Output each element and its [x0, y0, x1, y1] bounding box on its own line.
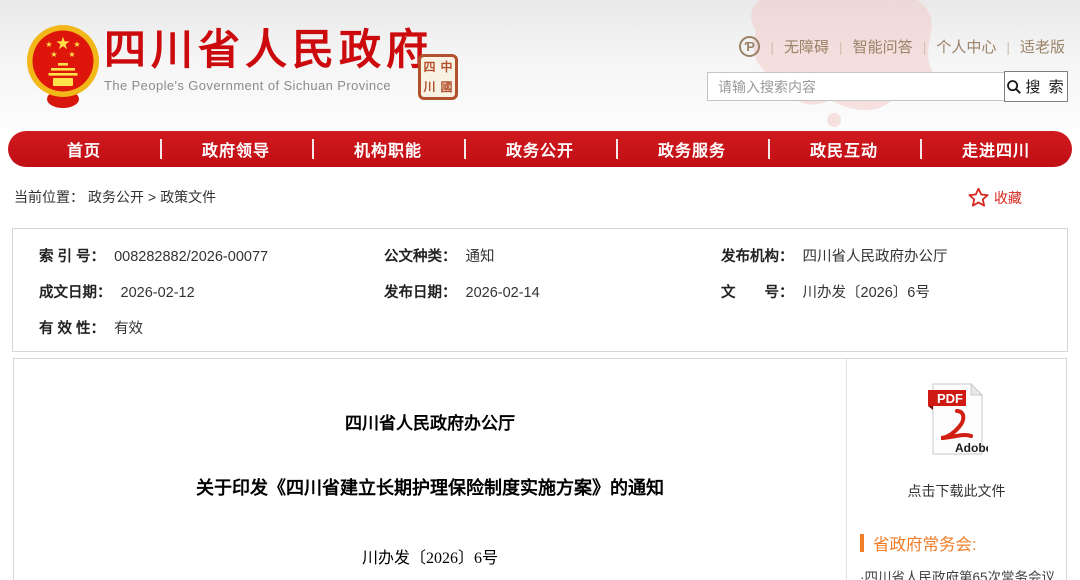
- national-emblem-logo: ★ ★ ★ ★ ★: [27, 25, 99, 108]
- breadcrumb-separator: >: [148, 189, 157, 205]
- meta-value: 通知: [465, 248, 495, 265]
- breadcrumb: 当前位置： 政务公开 > 政策文件: [14, 187, 216, 207]
- svg-text:★: ★: [50, 50, 57, 59]
- breadcrumb-row: 当前位置： 政务公开 > 政策文件 收藏: [0, 167, 1080, 228]
- link-separator: |: [922, 38, 927, 55]
- svg-text:★: ★: [68, 50, 75, 59]
- link-accessibility[interactable]: 无障碍: [784, 36, 829, 57]
- document-content-area: 四川省人民政府办公厅 关于印发《四川省建立长期护理保险制度实施方案》的通知 川办…: [13, 358, 1067, 580]
- meta-value: 2026-02-14: [465, 284, 540, 301]
- search-icon: [1007, 79, 1022, 94]
- search-bar: 搜 索: [707, 71, 1068, 102]
- document-body: 四川省人民政府办公厅 关于印发《四川省建立长期护理保险制度实施方案》的通知 川办…: [14, 359, 846, 580]
- accessibility-icon[interactable]: Ƥ: [739, 36, 761, 57]
- meta-label: 有 效 性：: [39, 320, 106, 337]
- meta-doc-type: 公文种类： 通知: [384, 245, 721, 266]
- sichuan-seal-stamp: 四 中 川 國: [418, 54, 458, 100]
- search-input[interactable]: [707, 72, 1005, 101]
- favorite-button[interactable]: 收藏: [968, 187, 1022, 208]
- meta-issuing-agency: 发布机构： 四川省人民政府办公厅: [721, 245, 1041, 266]
- meta-label: 发布日期：: [384, 284, 457, 301]
- document-meta-table: 索 引 号： 008282882/2026-00077 公文种类： 通知 发布机构：…: [12, 228, 1068, 352]
- search-button-label: 搜 索: [1025, 79, 1066, 96]
- meta-label: 成文日期：: [39, 284, 112, 301]
- favorite-star-icon: [968, 187, 989, 207]
- site-title: 四川省人民政府: [104, 26, 434, 73]
- site-header: ★ ★ ★ ★ ★ 四川省人民政府 The People's Governmen…: [0, 0, 1080, 128]
- nav-item-interaction[interactable]: 政民互动: [768, 131, 920, 167]
- meta-label: 公文种类：: [384, 248, 457, 265]
- link-separator: |: [839, 38, 843, 55]
- link-separator: |: [770, 38, 775, 55]
- seal-char: 國: [440, 80, 453, 94]
- site-subtitle: The People's Government of Sichuan Provi…: [104, 78, 392, 94]
- document-number: 川办发〔2026〕6号: [361, 550, 498, 567]
- link-separator: |: [1006, 38, 1010, 55]
- meta-value: 四川省人民政府办公厅: [802, 248, 948, 265]
- meta-publish-date: 发布日期： 2026-02-14: [384, 281, 721, 302]
- seal-char: 四: [423, 60, 436, 74]
- executive-meeting-section: 省政府常务会: ·四川省人民政府第65次常务会议: [847, 531, 1066, 580]
- nav-item-into-sichuan[interactable]: 走进四川: [920, 131, 1072, 167]
- main-nav: 首页 政府领导 机构职能 政务公开 政务服务 政民互动 走进四川: [8, 131, 1072, 167]
- section-marker: [860, 534, 864, 552]
- utility-links: Ƥ | 无障碍 | 智能问答 | 个人中心 | 适老版: [739, 36, 1065, 57]
- seal-char: 川: [423, 80, 436, 94]
- breadcrumb-label: 当前位置：: [14, 189, 84, 205]
- nav-item-gov-leaders[interactable]: 政府领导: [160, 131, 312, 167]
- seal-char: 中: [440, 60, 453, 74]
- svg-text:★: ★: [45, 40, 52, 49]
- meta-label: 文 号：: [721, 284, 794, 301]
- document-title: 关于印发《四川省建立长期护理保险制度实施方案》的通知: [196, 478, 664, 498]
- svg-text:★: ★: [73, 40, 80, 49]
- meta-index-number: 索 引 号： 008282882/2026-00077: [39, 245, 384, 266]
- nav-item-org-functions[interactable]: 机构职能: [312, 131, 464, 167]
- meta-written-date: 成文日期： 2026-02-12: [39, 281, 384, 302]
- meta-label: 发布机构：: [721, 248, 794, 265]
- section-title: 省政府常务会:: [873, 536, 977, 554]
- nav-item-home[interactable]: 首页: [8, 131, 160, 167]
- meta-value: 2026-02-12: [120, 284, 195, 301]
- section-header: 省政府常务会:: [860, 531, 1066, 555]
- meeting-list-item[interactable]: ·四川省人民政府第65次常务会议: [860, 566, 1066, 580]
- meta-validity: 有 效 性： 有效: [39, 317, 384, 338]
- pdf-brand-text: Adobe: [955, 441, 988, 455]
- meta-label: 索 引 号：: [39, 248, 106, 265]
- meta-value: 008282882/2026-00077: [114, 248, 269, 265]
- sichuan-map-watermark: [751, 0, 934, 127]
- breadcrumb-link-policy-docs[interactable]: 政策文件: [160, 187, 216, 207]
- meta-value: 川办发〔2026〕6号: [802, 284, 930, 301]
- nav-item-gov-affairs-open[interactable]: 政务公开: [464, 131, 616, 167]
- document-issuer: 四川省人民政府办公厅: [345, 414, 515, 433]
- download-file-link[interactable]: 点击下载此文件: [908, 481, 1006, 501]
- breadcrumb-link-gov-open[interactable]: 政务公开: [88, 187, 144, 207]
- link-smart-qa[interactable]: 智能问答: [853, 36, 913, 57]
- pdf-badge-text: PDF: [937, 391, 963, 406]
- sidebar: PDF Adobe 点击下载此文件 省政府常务会: ·四川省人民政府第65次常务…: [846, 359, 1066, 580]
- meta-doc-number: 文 号： 川办发〔2026〕6号: [721, 281, 1041, 302]
- nav-item-gov-services[interactable]: 政务服务: [616, 131, 768, 167]
- meta-value: 有效: [114, 320, 144, 337]
- pdf-file-icon[interactable]: PDF Adobe: [926, 381, 988, 457]
- site-identity: 四川省人民政府 The People's Government of Sichu…: [104, 26, 433, 93]
- favorite-label: 收藏: [994, 189, 1022, 206]
- search-button[interactable]: 搜 索: [1004, 71, 1068, 102]
- link-elderly-version[interactable]: 适老版: [1020, 36, 1065, 57]
- link-personal-center[interactable]: 个人中心: [936, 36, 996, 57]
